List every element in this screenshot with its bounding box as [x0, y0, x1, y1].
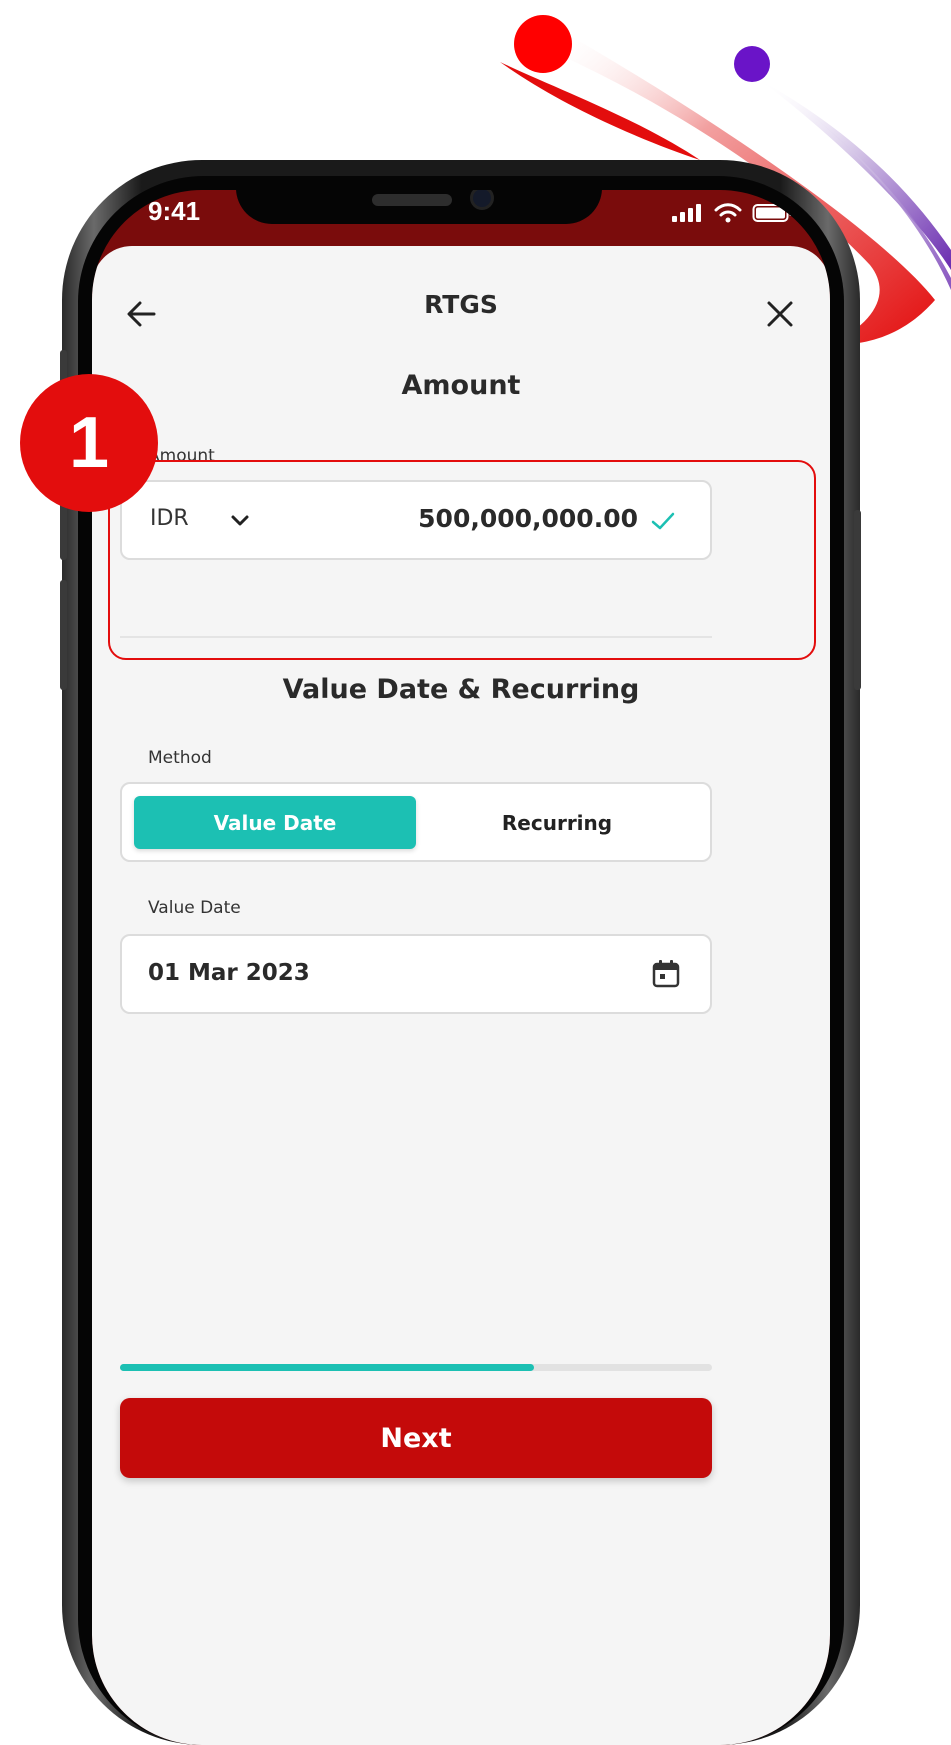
value-date-value: 01 Mar 2023 [148, 960, 310, 986]
progress-fill [120, 1364, 535, 1371]
status-icons [670, 202, 794, 224]
tutorial-screenshot: 9:41 RTGS Amount Amount IDR 500,000,000.… [0, 0, 951, 1745]
method-option-recurring[interactable]: Recurring [416, 796, 698, 849]
wifi-icon [714, 203, 742, 223]
front-camera [470, 190, 494, 210]
value-date-field-label: Value Date [148, 898, 241, 918]
step-badge: 1 [20, 374, 158, 512]
value-date-section-title: Value Date & Recurring [282, 674, 640, 705]
signal-icon [672, 204, 701, 222]
highlight-box [108, 460, 816, 660]
page-title: RTGS [424, 290, 498, 319]
red-dot [514, 15, 572, 73]
value-date-field[interactable]: 01 Mar 2023 [120, 934, 712, 1014]
side-button [854, 510, 861, 690]
amount-section-title: Amount [401, 370, 521, 401]
notch [236, 190, 602, 224]
speaker [372, 194, 452, 206]
calendar-icon[interactable] [650, 958, 682, 990]
battery-icon [752, 204, 793, 222]
purple-dot [734, 46, 770, 82]
side-button [60, 580, 67, 690]
status-time: 9:41 [148, 196, 201, 226]
close-icon[interactable] [760, 294, 800, 334]
method-segmented-control: Value Date Recurring [120, 782, 712, 862]
next-button[interactable]: Next [120, 1398, 712, 1478]
progress-bar [120, 1364, 712, 1371]
method-field-label: Method [148, 748, 212, 768]
method-option-value-date[interactable]: Value Date [134, 796, 416, 849]
phone-screen: 9:41 RTGS Amount Amount IDR 500,000,000.… [92, 190, 830, 1745]
